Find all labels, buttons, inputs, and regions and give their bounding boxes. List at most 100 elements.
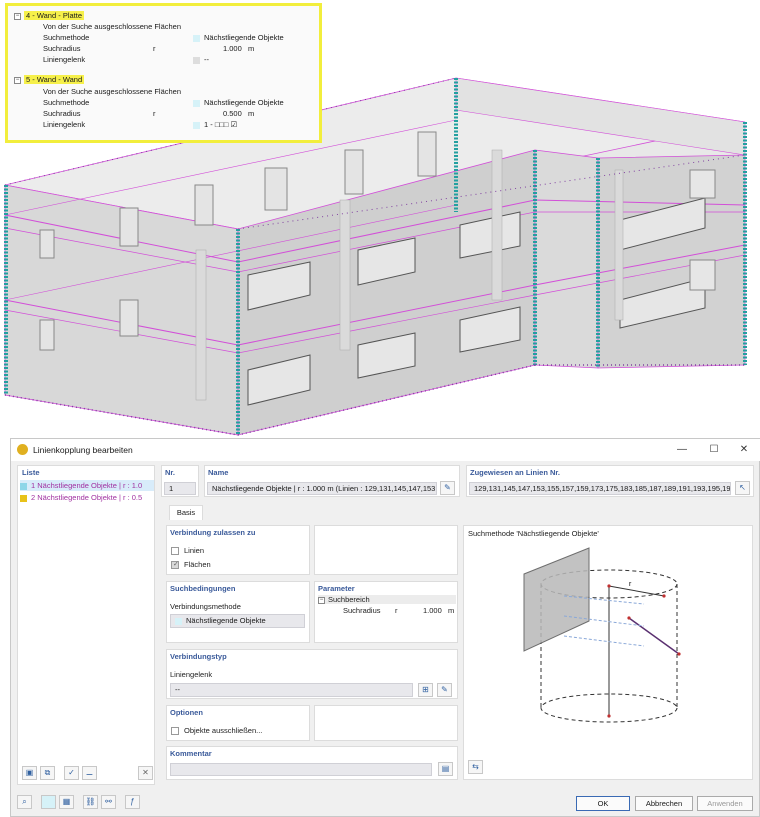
group-title: Kommentar: [170, 749, 212, 758]
edit-hinge-icon[interactable]: ✎: [437, 683, 452, 697]
check-all-icon[interactable]: ✓: [64, 766, 79, 780]
cancel-button[interactable]: Abbrechen: [635, 796, 693, 811]
radius-value[interactable]: 1.000: [423, 606, 442, 615]
row-value: --: [193, 54, 209, 65]
minimize-button[interactable]: —: [671, 442, 693, 458]
unlink-icon[interactable]: ⚯: [101, 795, 116, 809]
preview-toggle-icon[interactable]: ⇆: [468, 760, 483, 774]
options-group: Optionen Objekte ausschließen...: [166, 705, 310, 741]
name-panel: Name Nächstliegende Objekte | r : 1.000 …: [204, 465, 460, 497]
selection-swatch: [193, 56, 200, 64]
group-title: Optionen: [170, 708, 203, 717]
list-panel: Liste 1 Nächstliegende Objekte | r : 1.0…: [17, 465, 155, 785]
list-item-1[interactable]: 1 Nächstliegende Objekte | r : 1.0: [20, 480, 154, 491]
uncheck-icon[interactable]: ⚊: [82, 766, 97, 780]
selection-swatch: [193, 34, 200, 42]
radius-label: Suchradius: [343, 606, 381, 615]
search-icon[interactable]: ⌕: [17, 795, 32, 809]
search-conditions-group: Suchbedingungen Verbindungsmethode Nächs…: [166, 581, 310, 643]
comment-field[interactable]: [170, 763, 432, 776]
new-hinge-icon[interactable]: ⊞: [418, 683, 433, 697]
pick-lines-icon[interactable]: ↖: [735, 481, 750, 495]
group-title: Parameter: [318, 584, 355, 593]
empty-panel: [314, 525, 458, 575]
row-unit: m: [248, 109, 255, 118]
row-label: Von der Suche ausgeschlossene Flächen: [43, 22, 182, 31]
properties-overlay: −4 - Wand - Platte Von der Suche ausgesc…: [5, 3, 322, 143]
row-symbol: r: [153, 44, 156, 53]
selection-swatch: [193, 99, 200, 107]
row-label: Von der Suche ausgeschlossene Flächen: [43, 87, 182, 96]
row-label: Liniengelenk: [43, 55, 86, 64]
new-item-icon[interactable]: ▣: [22, 766, 37, 780]
name-label: Name: [208, 468, 229, 477]
row-label: Suchmethode: [43, 98, 90, 107]
method-label: Verbindungsmethode: [170, 602, 241, 611]
exclude-objects-label: Objekte ausschließen...: [184, 726, 263, 735]
radius-unit: m: [448, 606, 455, 615]
row-value: 0.500: [223, 109, 242, 118]
allow-connection-group: Verbindung zulassen zu Linien Flächen: [166, 525, 310, 575]
group-title: Verbindung zulassen zu: [170, 528, 256, 537]
apply-button[interactable]: Anwenden: [697, 796, 753, 811]
ok-button[interactable]: OK: [576, 796, 630, 811]
color-icon[interactable]: [41, 795, 56, 809]
list-header: Liste: [22, 468, 40, 477]
delete-icon[interactable]: ✕: [138, 766, 153, 780]
color-swatch: [20, 482, 27, 490]
group-title: Suchbedingungen: [170, 584, 236, 593]
maximize-button[interactable]: ☐: [703, 442, 725, 458]
parameter-group: Parameter − Suchbereich Suchradius r 1.00…: [314, 581, 458, 643]
close-button[interactable]: ✕: [733, 442, 755, 458]
group-header-5[interactable]: −5 - Wand - Wand: [14, 74, 85, 85]
selection-swatch: [193, 121, 200, 129]
row-label: Suchradius: [43, 44, 81, 53]
connection-type-group: Verbindungstyp Liniengelenk -- ⊞ ✎: [166, 649, 458, 699]
row-unit: m: [248, 44, 255, 53]
nr-panel: Nr. 1: [161, 465, 199, 497]
search-method-diagram: r: [523, 547, 681, 723]
row-value: 1 - □□□ ☑: [193, 119, 237, 130]
radius-symbol: r: [395, 606, 398, 615]
surfaces-checkbox[interactable]: [171, 560, 179, 569]
title-bar[interactable]: Linienkopplung bearbeiten — ☐ ✕: [11, 439, 760, 461]
radius-label: r: [629, 581, 632, 588]
list-item-2[interactable]: 2 Nächstliegende Objekte | r : 0.5: [20, 492, 154, 503]
row-value: 1.000: [223, 44, 242, 53]
collapse-icon[interactable]: −: [14, 76, 21, 84]
collapse-icon[interactable]: −: [14, 12, 21, 20]
assigned-panel: Zugewiesen an Linien Nr. 129,131,145,147…: [466, 465, 754, 497]
name-field[interactable]: Nächstliegende Objekte | r : 1.000 m (Li…: [207, 482, 437, 495]
row-label: Suchradius: [43, 109, 81, 118]
row-value: Nächstliegende Objekte: [193, 97, 284, 108]
color-swatch: [20, 494, 27, 502]
empty-panel: [314, 705, 458, 741]
tab-basis[interactable]: Basis: [169, 505, 203, 520]
table-icon[interactable]: ▦: [59, 795, 74, 809]
exclude-objects-checkbox[interactable]: [171, 727, 179, 735]
comment-options-icon[interactable]: ▤: [438, 762, 453, 776]
surfaces-label: Flächen: [184, 560, 211, 569]
nr-label: Nr.: [165, 468, 176, 477]
formula-icon[interactable]: ƒ: [125, 795, 140, 809]
group-title: 4 - Wand - Platte: [24, 11, 84, 20]
row-label: Liniengelenk: [43, 120, 86, 129]
line-hinge-select[interactable]: --: [170, 683, 413, 697]
search-range-row[interactable]: − Suchbereich: [318, 595, 456, 604]
link-icon[interactable]: ⛓: [83, 795, 98, 809]
dialog-title: Linienkopplung bearbeiten: [33, 445, 133, 455]
copy-item-icon[interactable]: ⧉: [40, 766, 55, 780]
app-icon: [17, 444, 28, 455]
group-header-4[interactable]: −4 - Wand - Platte: [14, 10, 84, 21]
selection-swatch: [175, 617, 182, 625]
nr-field[interactable]: 1: [164, 482, 196, 495]
lines-checkbox[interactable]: [171, 547, 179, 555]
method-select[interactable]: Nächstliegende Objekte: [170, 614, 305, 628]
row-label: Suchmethode: [43, 33, 90, 42]
collapse-icon[interactable]: −: [318, 596, 325, 604]
preview-panel: Suchmethode 'Nächstliegende Objekte' r ⇆: [463, 525, 753, 780]
comment-group: Kommentar ▤: [166, 746, 458, 780]
row-value: Nächstliegende Objekte: [193, 32, 284, 43]
assigned-lines-field[interactable]: 129,131,145,147,153,155,157,159,173,175,…: [469, 482, 731, 495]
edit-name-icon[interactable]: ✎: [440, 481, 455, 495]
